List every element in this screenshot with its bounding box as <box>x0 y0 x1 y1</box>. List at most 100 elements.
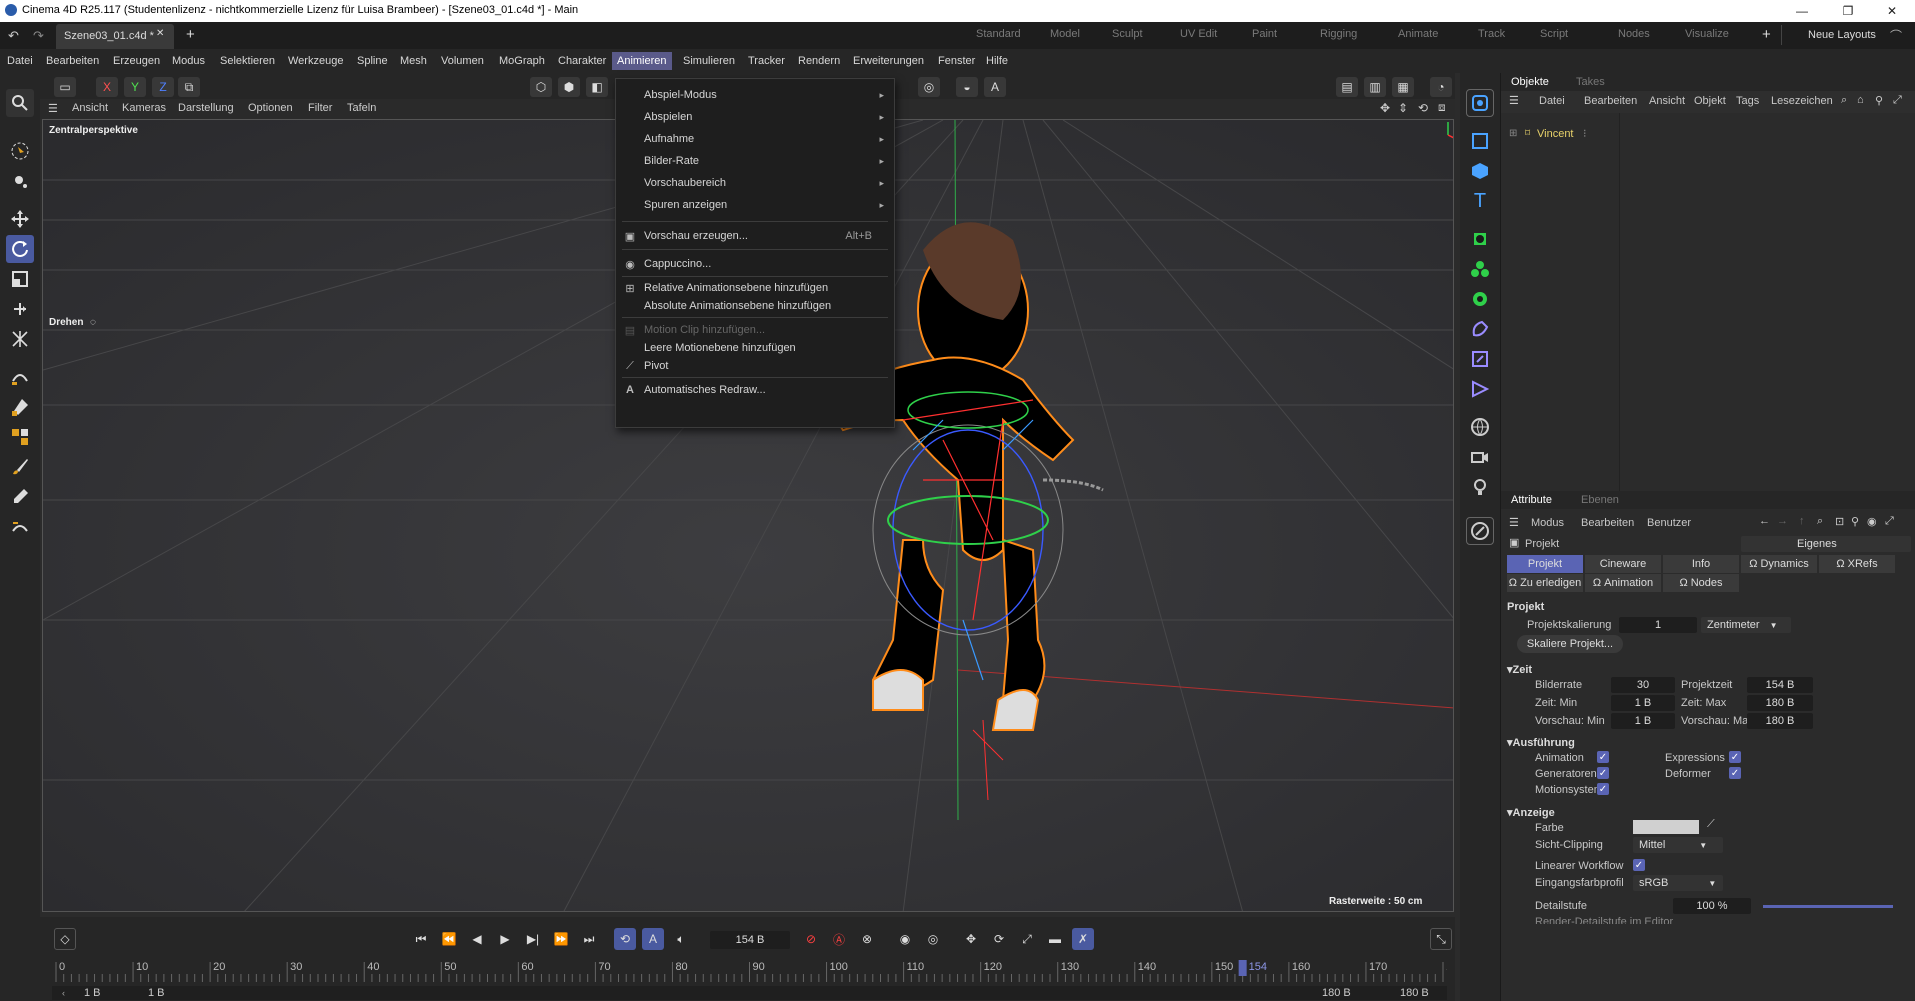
menu-spline[interactable]: Spline <box>357 55 388 67</box>
tab-takes[interactable]: Takes <box>1576 76 1605 88</box>
menu-selektieren[interactable]: Selektieren <box>220 55 275 67</box>
loop-button[interactable]: ⟲ <box>614 928 636 950</box>
subtab-cineware[interactable]: Cineware <box>1585 555 1661 573</box>
time-max-field[interactable]: 180 B <box>1747 695 1813 711</box>
redo-icon[interactable]: ↷ <box>33 28 44 44</box>
pin-icon[interactable]: ⌕ <box>1817 515 1823 528</box>
timeline-expand-icon[interactable]: ⤡ <box>1430 928 1452 950</box>
cloner-icon[interactable] <box>1466 255 1494 283</box>
lock-icon[interactable]: ⊡ <box>1835 515 1844 528</box>
objects-menu-bearbeiten[interactable]: Bearbeiten <box>1584 95 1637 107</box>
add-layout-button[interactable]: + <box>1762 26 1771 43</box>
check-deformer[interactable]: ✓ <box>1729 767 1741 779</box>
preset-dropdown[interactable]: Eigenes <box>1741 536 1911 552</box>
render-picture-viewer-icon[interactable]: ▥ <box>1364 77 1386 97</box>
preview-range-button[interactable]: A <box>642 928 664 950</box>
range-left-arrow-icon[interactable]: ‹ <box>62 988 65 998</box>
empty-motion-layer-menu-item[interactable]: Leere Motionebene hinzufügen <box>616 339 894 357</box>
tab-close-icon[interactable]: ✕ <box>156 28 164 39</box>
layout-tab-model[interactable]: Model <box>1050 28 1080 40</box>
sound-icon[interactable]: 🔈︎ <box>670 928 692 950</box>
viewport-icon[interactable]: ▭ <box>54 77 76 97</box>
move-view-icon[interactable]: ⇕ <box>1398 101 1408 115</box>
fps-field[interactable]: 30 <box>1611 677 1675 693</box>
axis-y-button[interactable]: Y <box>124 77 146 97</box>
menu-mesh[interactable]: Mesh <box>400 55 427 67</box>
menu-charakter[interactable]: Charakter <box>558 55 606 67</box>
menu-hilfe[interactable]: Hilfe <box>986 55 1008 67</box>
menu-modus[interactable]: Modus <box>172 55 205 67</box>
render-view-icon[interactable]: ▤ <box>1336 77 1358 97</box>
layout-tab-sculpt[interactable]: Sculpt <box>1112 28 1143 40</box>
pivot-menu-item[interactable]: ⟋ Pivot <box>616 357 894 375</box>
menu-bearbeiten[interactable]: Bearbeiten <box>46 55 99 67</box>
camera-object-icon[interactable] <box>1466 89 1494 117</box>
viewport-menu-tafeln[interactable]: Tafeln <box>347 102 376 114</box>
rotate-tool-icon[interactable] <box>6 235 34 263</box>
tweak-tool-icon[interactable] <box>6 167 34 195</box>
polygon-pen-icon[interactable] <box>6 423 34 451</box>
auto-redraw-menu-item[interactable]: A Automatisches Redraw... <box>616 381 894 399</box>
detail-slider[interactable] <box>1763 905 1893 908</box>
attributes-menu-icon[interactable]: ☰ <box>1509 516 1519 529</box>
light-icon[interactable] <box>1466 473 1494 501</box>
motion-system-button[interactable]: ✗ <box>1072 928 1094 950</box>
objects-menu-datei[interactable]: Datei <box>1539 95 1565 107</box>
current-frame-field[interactable]: 154 B <box>710 931 790 949</box>
new-tab-button[interactable]: + <box>186 26 195 43</box>
range-bar[interactable] <box>52 986 1447 1000</box>
dropdown-item-bilder-rate[interactable]: Bilder-Rate ▸ <box>616 153 894 171</box>
relative-layer-menu-item[interactable]: ⊞ Relative Animationsebene hinzufügen <box>616 279 894 297</box>
workplane-icon[interactable]: A <box>984 77 1006 97</box>
eyedropper-icon[interactable]: ⟋ <box>1707 818 1715 831</box>
rotation-key-button[interactable]: ◎ <box>922 928 944 950</box>
cube-mode-icon[interactable]: ◧ <box>586 77 608 97</box>
layout-tab-standard[interactable]: Standard <box>976 28 1021 40</box>
menu-fenster[interactable]: Fenster <box>938 55 975 67</box>
timeline-options-button[interactable]: ▬ <box>1044 928 1066 950</box>
maximize-view-icon[interactable]: ⧈ <box>1438 100 1446 115</box>
dropdown-item-aufnahme[interactable]: Aufnahme ▸ <box>616 131 894 149</box>
axis-x-button[interactable]: X <box>96 77 118 97</box>
tag-icon[interactable] <box>1466 517 1494 545</box>
up-icon[interactable]: ↑ <box>1799 515 1805 527</box>
close-button[interactable]: ✕ <box>1869 0 1915 22</box>
model-mode-icon[interactable]: ⬡ <box>530 77 552 97</box>
layout-tab-uv-edit[interactable]: UV Edit <box>1180 28 1217 40</box>
objects-menu-lesezeichen[interactable]: Lesezeichen <box>1771 95 1833 107</box>
object-name-vincent[interactable]: Vincent <box>1537 128 1574 140</box>
check-expressions[interactable]: ✓ <box>1729 751 1741 763</box>
check-generators[interactable]: ✓ <box>1597 767 1609 779</box>
preview-menu-item[interactable]: ▣ Vorschau erzeugen... Alt+B <box>616 227 894 245</box>
expand-tree-icon[interactable]: ⊞ <box>1509 128 1517 139</box>
camera-icon[interactable] <box>1466 443 1494 471</box>
sketch-tool-icon[interactable] <box>6 393 34 421</box>
visibility-icon[interactable]: ⁝ <box>1583 127 1587 140</box>
dropdown-item-abspielen[interactable]: Abspielen ▸ <box>616 109 894 127</box>
prev-frame-button[interactable]: ◀ <box>466 928 488 950</box>
check-linear-workflow[interactable]: ✓ <box>1633 859 1645 871</box>
preview-min-field[interactable]: 1 B <box>1611 713 1675 729</box>
back-icon[interactable]: ← <box>1759 515 1770 527</box>
subtab-dynamics[interactable]: Ω Dynamics <box>1741 555 1817 573</box>
check-motionsystem[interactable]: ✓ <box>1597 783 1609 795</box>
object-mode-icon[interactable]: ⬢ <box>558 77 580 97</box>
layout-tab-visualize[interactable]: Visualize <box>1685 28 1729 40</box>
scale-project-button[interactable]: Skaliere Projekt... <box>1517 635 1623 653</box>
search-icon[interactable]: ⌕ <box>1841 94 1847 107</box>
field-icon[interactable] <box>1466 375 1494 403</box>
menu-erzeugen[interactable]: Erzeugen <box>113 55 160 67</box>
filter-icon[interactable]: ⚲ <box>1875 94 1883 107</box>
keyframe-selection-button[interactable]: ⊗ <box>856 928 878 950</box>
menu-mograph[interactable]: MoGraph <box>499 55 545 67</box>
maximize-button[interactable]: ❐ <box>1825 0 1871 22</box>
position-key-button[interactable]: ◉ <box>894 928 916 950</box>
dropdown-item-abspiel-modus[interactable]: Abspiel-Modus ▸ <box>616 87 894 105</box>
home-icon[interactable]: ⌂ <box>1857 94 1864 106</box>
viewport-menu-filter[interactable]: Filter <box>308 102 332 114</box>
menu-animieren[interactable]: Animieren <box>612 52 672 70</box>
dropdown-item-spuren-anzeigen[interactable]: Spuren anzeigen ▸ <box>616 197 894 215</box>
point-level-button[interactable]: ✥ <box>960 928 982 950</box>
objects-menu-tags[interactable]: Tags <box>1736 95 1759 107</box>
layout-tab-animate[interactable]: Animate <box>1398 28 1438 40</box>
